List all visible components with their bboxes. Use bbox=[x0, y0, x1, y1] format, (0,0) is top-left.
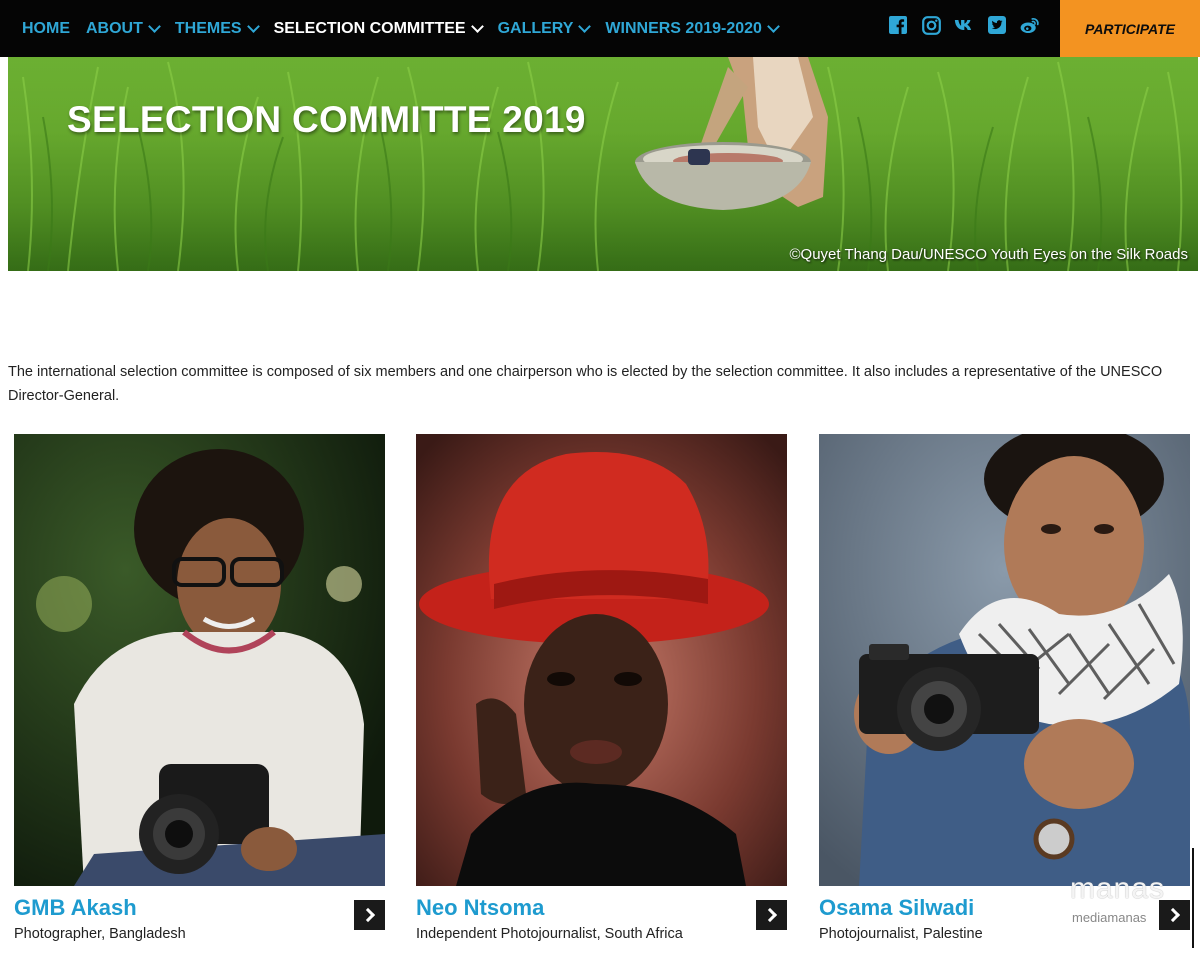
nav-winners[interactable]: WINNERS 2019-2020 bbox=[605, 19, 780, 38]
member-role: Photographer, Bangladesh bbox=[14, 926, 186, 942]
nav-winners-label: WINNERS 2019-2020 bbox=[605, 19, 762, 37]
nav-selection-committee[interactable]: SELECTION COMMITTEE bbox=[273, 19, 484, 38]
nav-gallery-label: GALLERY bbox=[497, 19, 574, 37]
photo-credit: ©Quyet Thang Dau/UNESCO Youth Eyes on th… bbox=[789, 246, 1189, 263]
nav-themes[interactable]: THEMES bbox=[174, 19, 260, 38]
chevron-right-icon bbox=[1165, 907, 1180, 923]
next-arrow-button[interactable] bbox=[756, 900, 787, 930]
chevron-right-icon bbox=[762, 907, 777, 923]
member-photo[interactable] bbox=[416, 434, 787, 886]
member-name[interactable]: Osama Silwadi bbox=[819, 895, 974, 921]
chevron-down-icon bbox=[578, 19, 592, 33]
member-role: Independent Photojournalist, South Afric… bbox=[416, 926, 683, 942]
facebook-icon[interactable] bbox=[888, 15, 908, 35]
top-navigation: HOME ABOUT THEMES SELECTION COMMITTEE GA… bbox=[0, 0, 1200, 57]
member-name[interactable]: GMB Akash bbox=[14, 895, 137, 921]
twitter-icon[interactable] bbox=[987, 15, 1007, 35]
watermark-logo: manas bbox=[1070, 872, 1166, 905]
chevron-down-icon bbox=[148, 19, 161, 33]
next-arrow-button[interactable] bbox=[354, 900, 385, 930]
watermark-caption: mediamanas bbox=[1072, 910, 1147, 925]
hero-image bbox=[8, 57, 1198, 271]
divider bbox=[1192, 848, 1194, 948]
chevron-down-icon bbox=[767, 19, 780, 33]
member-role: Photojournalist, Palestine bbox=[819, 926, 983, 942]
member-photo[interactable] bbox=[819, 434, 1190, 886]
vk-icon[interactable] bbox=[954, 15, 974, 35]
nav-selection-committee-label: SELECTION COMMITTEE bbox=[273, 19, 466, 37]
participate-label: PARTICIPATE bbox=[1085, 20, 1175, 37]
nav-gallery[interactable]: GALLERY bbox=[497, 19, 592, 38]
intro-text: The international selection committee is… bbox=[8, 363, 1163, 404]
nav-themes-label: THEMES bbox=[174, 19, 242, 37]
chevron-right-icon bbox=[360, 907, 375, 923]
participate-button[interactable]: PARTICIPATE bbox=[1060, 0, 1200, 57]
chevron-down-icon bbox=[470, 19, 484, 33]
instagram-icon[interactable] bbox=[921, 15, 941, 35]
social-links bbox=[888, 15, 1053, 35]
weibo-icon[interactable] bbox=[1020, 15, 1040, 35]
nav-home-label: HOME bbox=[22, 19, 70, 37]
nav-about-label: ABOUT bbox=[86, 19, 143, 37]
hero-banner: SELECTION COMMITTE 2019 ©Quyet Thang Dau… bbox=[8, 57, 1198, 271]
page-title: SELECTION COMMITTE 2019 bbox=[67, 99, 586, 140]
member-card: Neo Ntsoma Independent Photojournalist, … bbox=[416, 434, 788, 942]
nav-home[interactable]: HOME bbox=[22, 20, 70, 38]
member-photo[interactable] bbox=[14, 434, 385, 886]
member-card: GMB Akash Photographer, Bangladesh bbox=[14, 434, 386, 942]
member-name[interactable]: Neo Ntsoma bbox=[416, 895, 544, 921]
nav-about[interactable]: ABOUT bbox=[86, 19, 161, 38]
nav-links: HOME ABOUT THEMES SELECTION COMMITTEE GA… bbox=[22, 0, 794, 57]
member-card: Osama Silwadi Photojournalist, Palestine bbox=[819, 434, 1191, 942]
chevron-down-icon bbox=[246, 19, 260, 33]
